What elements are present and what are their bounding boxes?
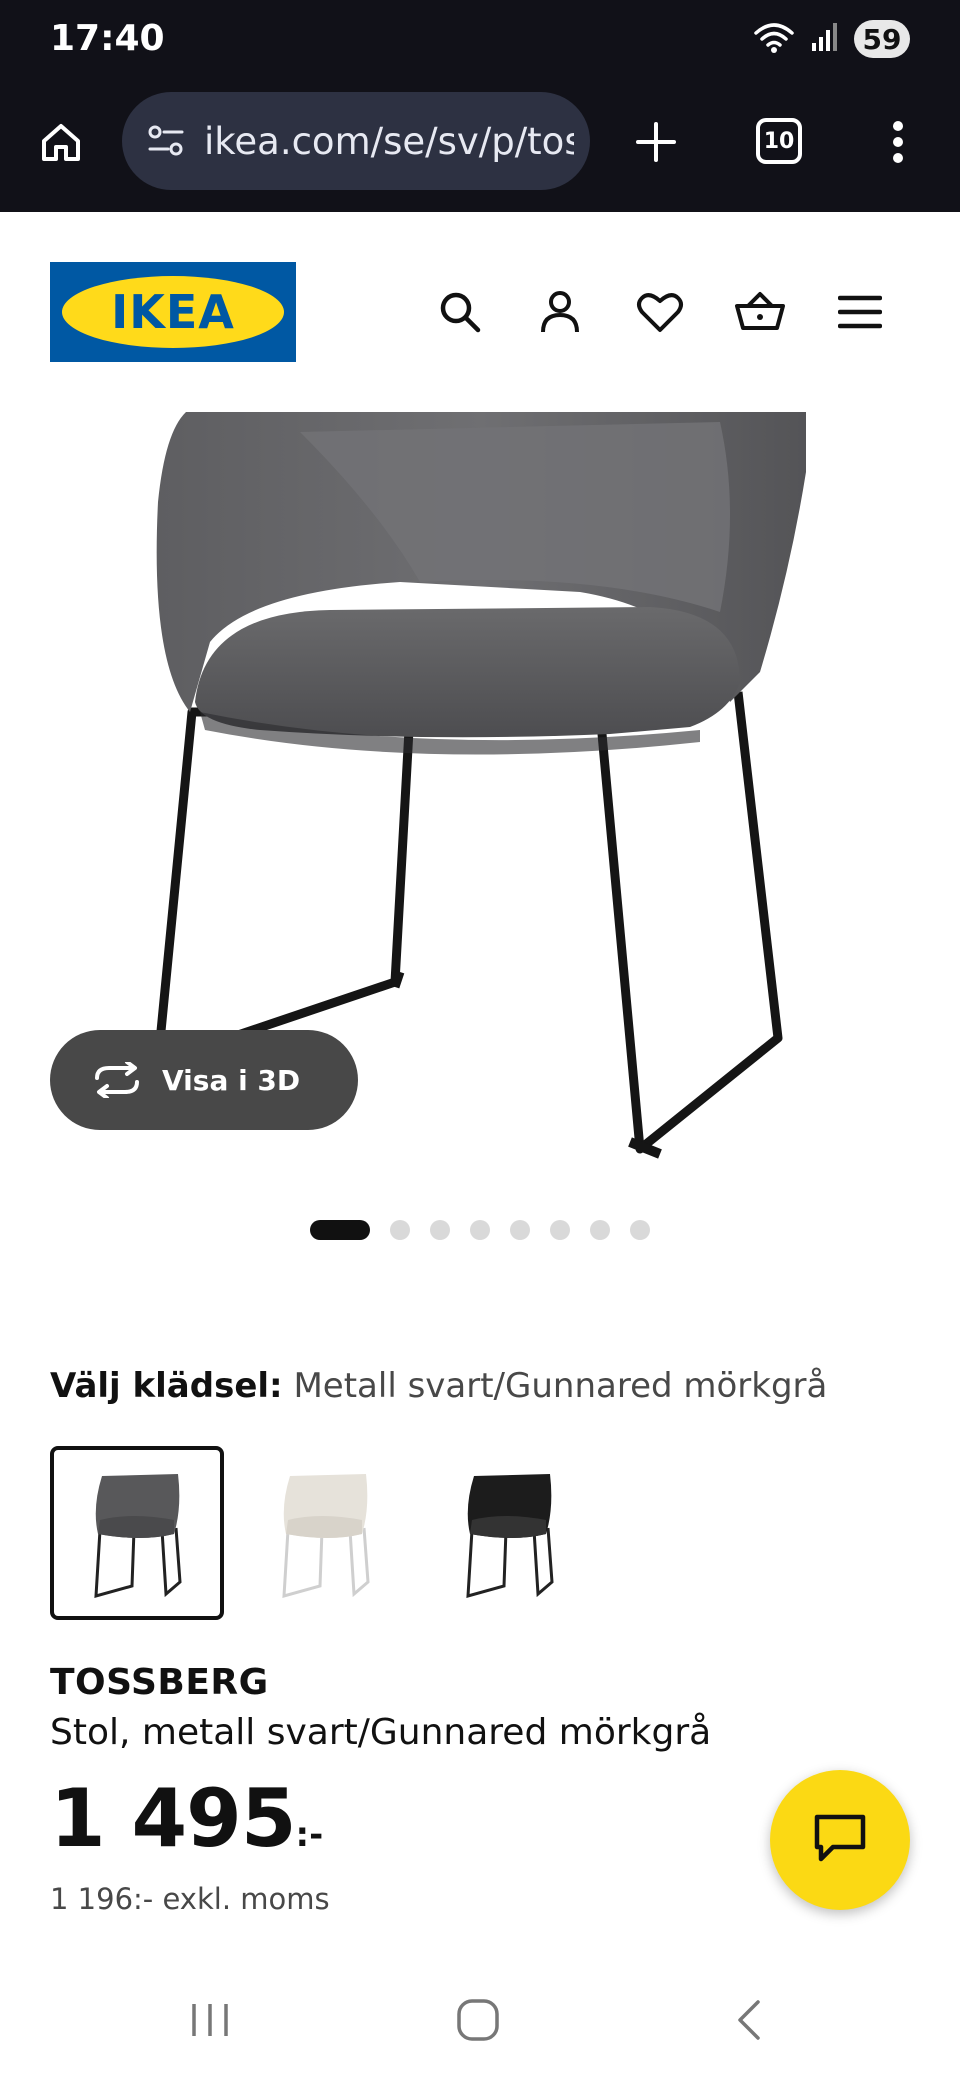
status-icons: 59 <box>752 18 910 60</box>
price-integer: 1 495 <box>50 1772 297 1865</box>
gallery-dot[interactable] <box>510 1220 530 1240</box>
variant-swatch-black[interactable] <box>422 1446 596 1620</box>
tab-switcher-button[interactable]: 10 <box>756 118 802 164</box>
home-nav-icon[interactable] <box>438 1990 518 2050</box>
new-tab-icon[interactable] <box>628 112 684 172</box>
chat-icon <box>813 1813 867 1867</box>
heart-icon[interactable] <box>632 282 688 342</box>
more-options-icon[interactable] <box>880 112 916 172</box>
view-3d-label: Visa i 3D <box>162 1063 301 1097</box>
price-excl-vat: 1 196:- exkl. moms <box>50 1882 330 1916</box>
search-icon[interactable] <box>432 282 488 342</box>
battery-indicator: 59 <box>854 20 910 58</box>
gallery-pagination <box>310 1218 650 1242</box>
url-bar[interactable]: ikea.com/se/sv/p/tossberg <box>122 92 590 190</box>
gallery-dot[interactable] <box>430 1220 450 1240</box>
menu-icon[interactable] <box>832 282 888 342</box>
home-icon[interactable] <box>36 112 86 172</box>
gallery-dot[interactable] <box>550 1220 570 1240</box>
site-settings-icon[interactable] <box>140 115 192 167</box>
logo-oval: IKEA <box>62 276 284 348</box>
product-name: TOSSBERG <box>50 1662 269 1703</box>
signal-icon <box>810 21 840 57</box>
cart-icon[interactable] <box>732 282 788 342</box>
variant-swatch-light[interactable] <box>238 1446 412 1620</box>
logo-text: IKEA <box>111 285 235 339</box>
gallery-dot[interactable] <box>590 1220 610 1240</box>
url-text[interactable]: ikea.com/se/sv/p/tossberg <box>204 120 574 163</box>
gallery-dot[interactable] <box>390 1220 410 1240</box>
price-suffix: :- <box>295 1815 324 1855</box>
rotate-3d-icon <box>90 1060 144 1100</box>
upholstery-selector-label: Välj klädsel: Metall svart/Gunnared mörk… <box>50 1366 827 1406</box>
gallery-dot[interactable] <box>470 1220 490 1240</box>
product-price: 1 495:- <box>50 1772 323 1865</box>
wifi-icon <box>752 19 796 59</box>
upholstery-value: Metall svart/Gunnared mörkgrå <box>293 1366 828 1406</box>
gallery-dot[interactable] <box>310 1220 370 1240</box>
gallery-dot[interactable] <box>630 1220 650 1240</box>
product-description: Stol, metall svart/Gunnared mörkgrå <box>50 1712 712 1753</box>
ikea-logo[interactable]: IKEA <box>50 262 296 362</box>
upholstery-label: Välj klädsel: <box>50 1366 283 1406</box>
profile-icon[interactable] <box>532 282 588 342</box>
back-nav-icon[interactable] <box>708 1990 788 2050</box>
recent-apps-icon[interactable] <box>170 1990 250 2050</box>
status-time: 17:40 <box>50 18 165 59</box>
variant-swatch-gunnared-dark-grey[interactable] <box>50 1446 224 1620</box>
chat-button[interactable] <box>770 1770 910 1910</box>
view-3d-button[interactable]: Visa i 3D <box>50 1030 358 1130</box>
